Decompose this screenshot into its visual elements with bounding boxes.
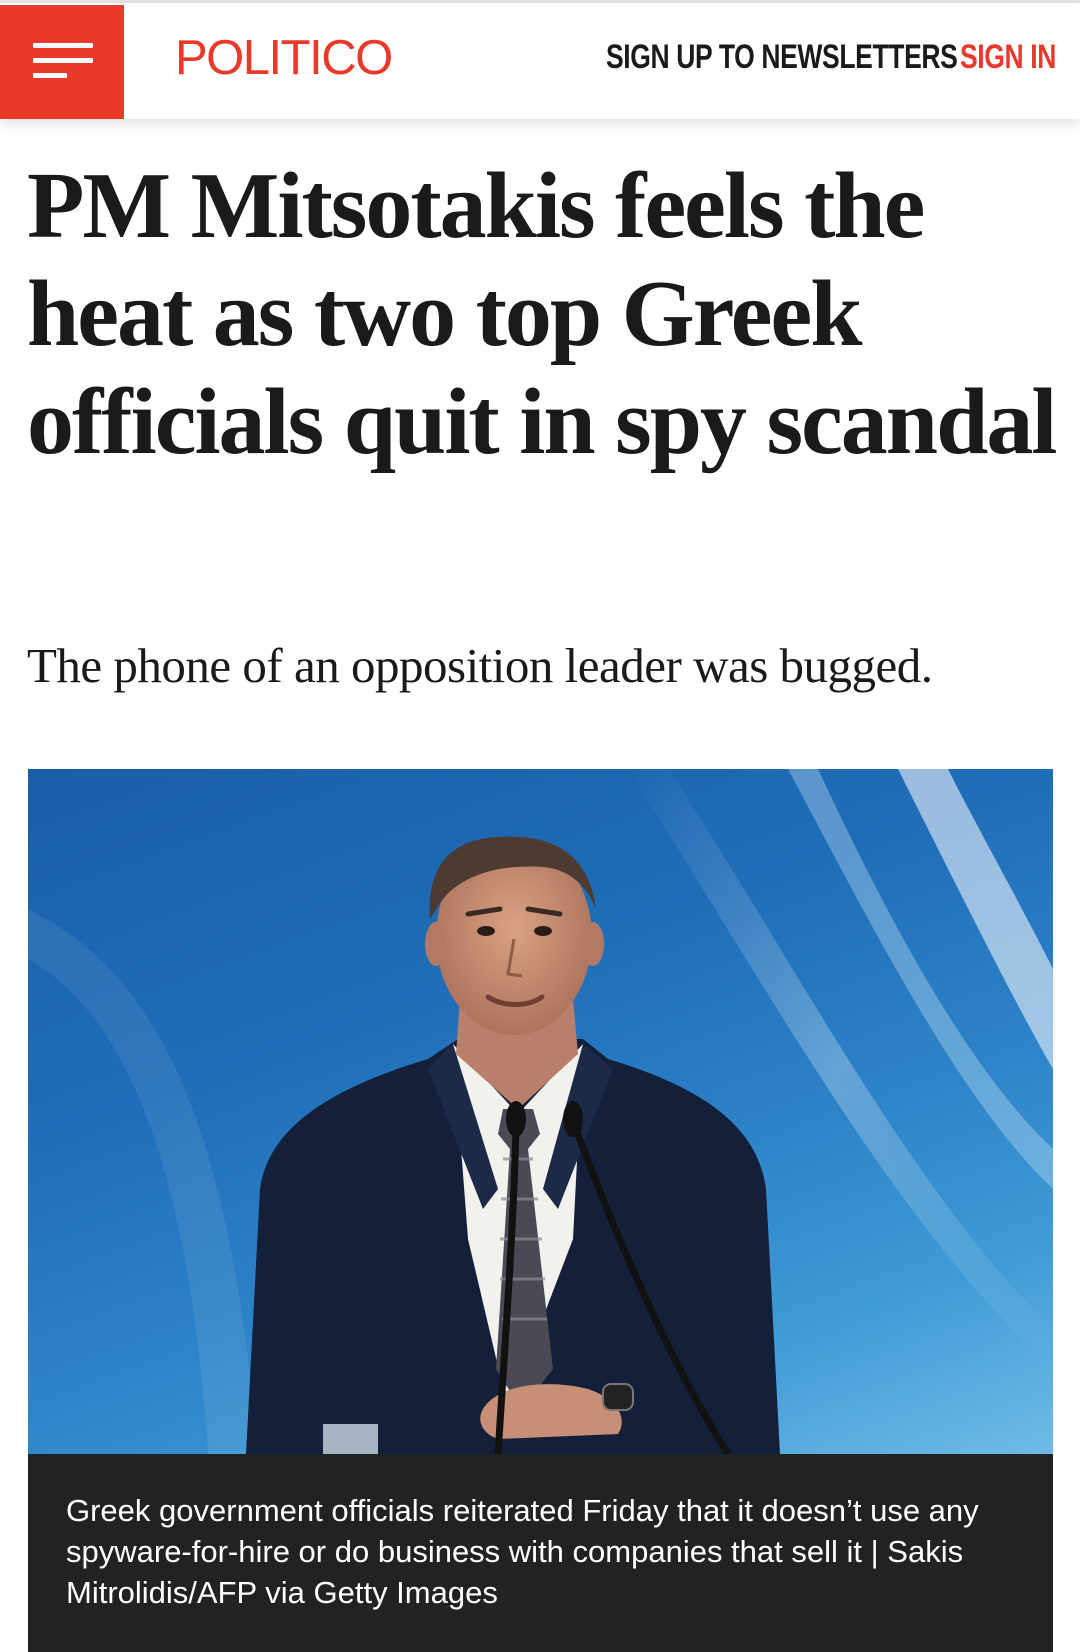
image-caption: Greek government officials reiterated Fr… bbox=[28, 1454, 1053, 1652]
site-header: POLITICO SIGN UP TO NEWSLETTERS SIGN IN bbox=[0, 3, 1080, 119]
menu-button[interactable] bbox=[0, 5, 124, 119]
sign-in-link[interactable]: SIGN IN bbox=[960, 35, 1056, 79]
article-hero-image bbox=[28, 769, 1053, 1454]
article-dek: The phone of an opposition leader was bu… bbox=[27, 638, 933, 693]
article-headline: PM Mitsotakis feels the heat as two top … bbox=[27, 154, 1057, 474]
politico-logo[interactable]: POLITICO bbox=[175, 25, 393, 91]
hamburger-menu-icon bbox=[33, 41, 93, 81]
newsletters-link[interactable]: SIGN UP TO NEWSLETTERS bbox=[606, 35, 958, 79]
speaker-illustration bbox=[28, 769, 1053, 1454]
